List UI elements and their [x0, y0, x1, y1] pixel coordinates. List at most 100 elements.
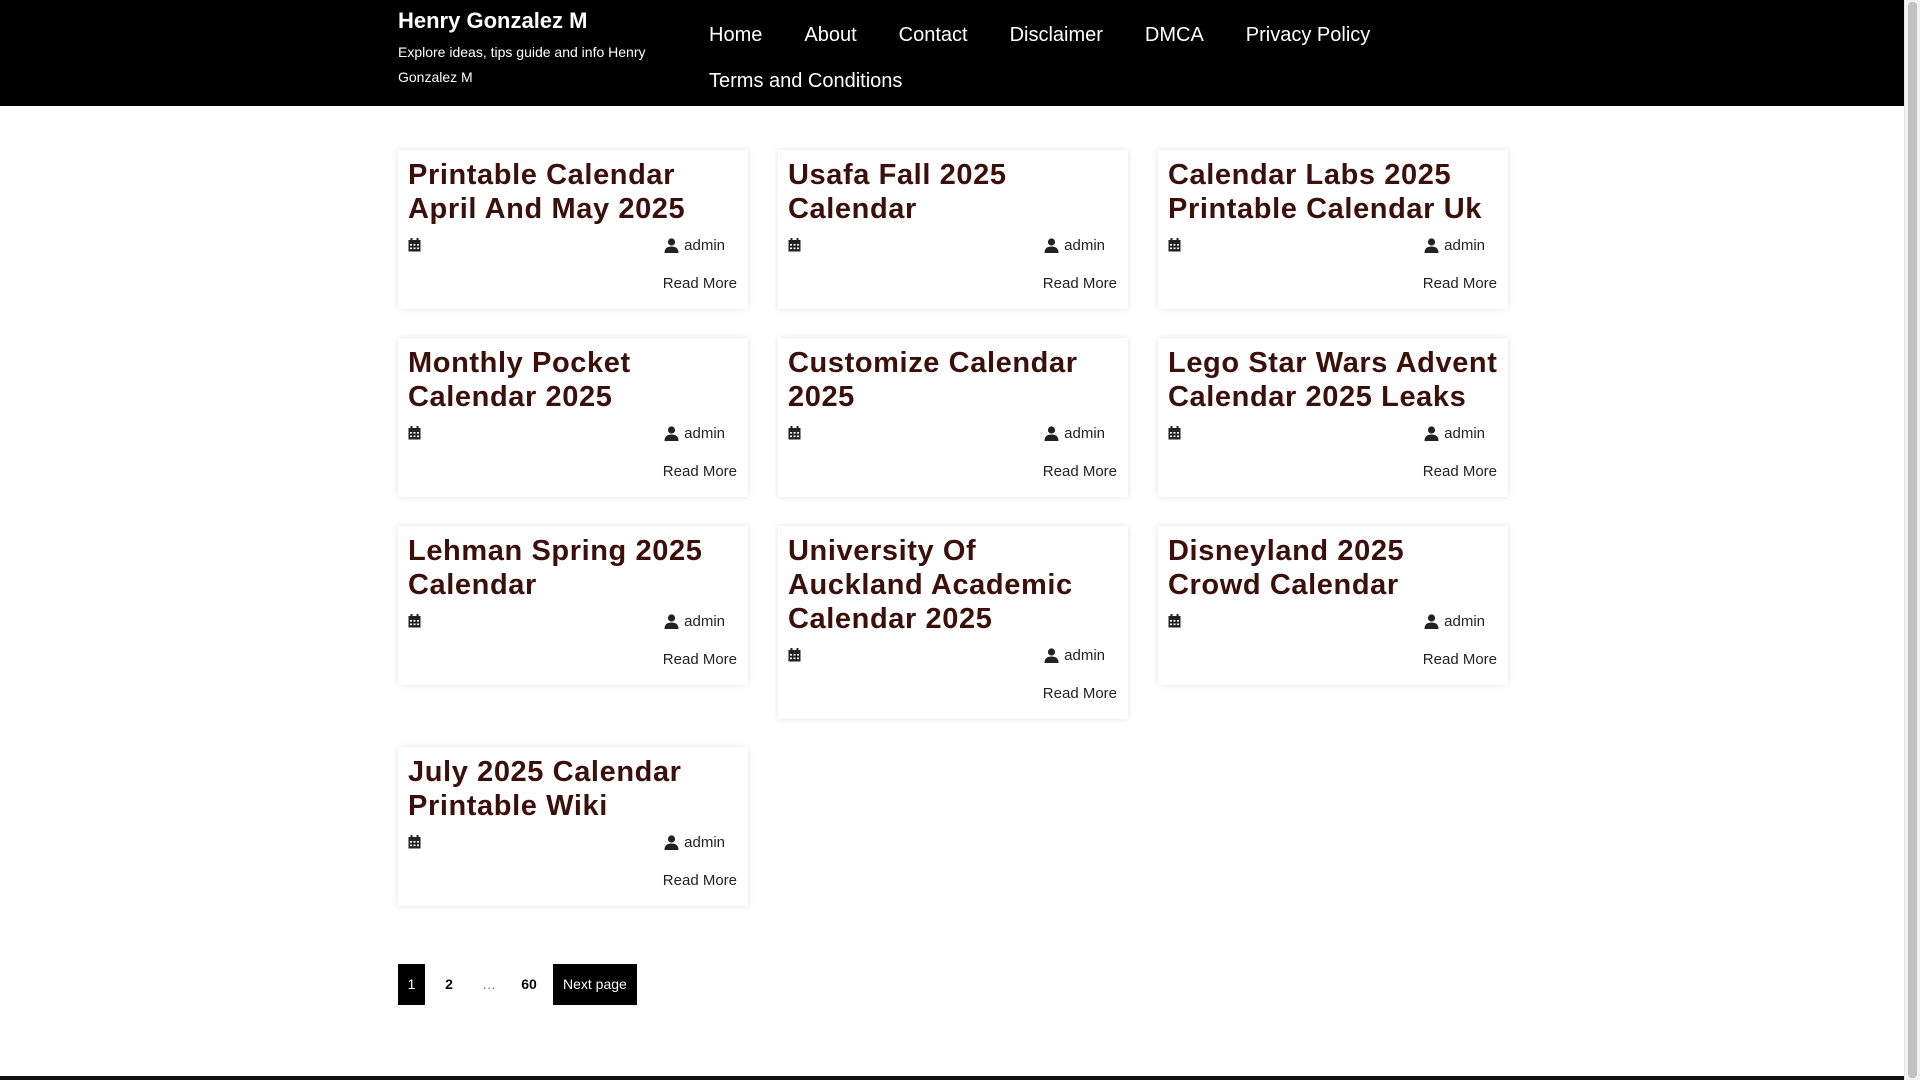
calendar-icon — [408, 238, 421, 252]
post-author[interactable]: admin — [1424, 613, 1485, 630]
read-more-link[interactable]: Read More — [398, 273, 748, 295]
calendar-icon — [1168, 614, 1181, 628]
post-author[interactable]: admin — [1424, 237, 1485, 254]
post-title[interactable]: Printable Calendar April And May 2025 — [398, 150, 748, 226]
post-title[interactable]: Calendar Labs 2025 Printable Calendar Uk — [1158, 150, 1508, 226]
page-60-link[interactable]: 60 — [505, 964, 553, 1005]
post-author[interactable]: admin — [664, 237, 725, 254]
post-meta: admin — [1158, 422, 1508, 444]
user-icon — [1044, 647, 1059, 663]
read-more-link[interactable]: Read More — [398, 461, 748, 483]
author-name: admin — [1444, 424, 1485, 442]
post-title[interactable]: Lehman Spring 2025 Calendar — [398, 526, 748, 602]
nav-privacy-policy[interactable]: Privacy Policy — [1225, 12, 1391, 58]
post-meta: admin — [1158, 610, 1508, 632]
site-title[interactable]: Henry Gonzalez M — [398, 8, 668, 34]
post-title[interactable]: Monthly Pocket Calendar 2025 — [398, 338, 748, 414]
post-card: University Of Auckland Academic Calendar… — [778, 526, 1128, 719]
post-author[interactable]: admin — [664, 834, 725, 851]
calendar-icon — [408, 835, 421, 849]
site-tagline: Explore ideas, tips guide and info Henry… — [398, 44, 646, 85]
post-meta: admin — [778, 422, 1128, 444]
post-meta: admin — [778, 234, 1128, 256]
read-more-link[interactable]: Read More — [1158, 461, 1508, 483]
post-title[interactable]: July 2025 Calendar Printable Wiki — [398, 747, 748, 823]
brand: Henry Gonzalez M Explore ideas, tips gui… — [398, 8, 668, 90]
post-title[interactable]: Customize Calendar 2025 — [778, 338, 1128, 414]
read-more-link[interactable]: Read More — [778, 683, 1128, 705]
post-author[interactable]: admin — [664, 613, 725, 630]
user-icon — [664, 237, 679, 253]
post-meta: admin — [1158, 234, 1508, 256]
read-more-link[interactable]: Read More — [1158, 273, 1508, 295]
vertical-scrollbar[interactable] — [1904, 0, 1920, 1080]
author-name: admin — [1444, 612, 1485, 630]
author-name: admin — [684, 424, 725, 442]
page-ellipsis: … — [482, 976, 496, 992]
author-name: admin — [684, 833, 725, 851]
nav-terms-and-conditions[interactable]: Terms and Conditions — [688, 58, 923, 104]
post-card: Printable Calendar April And May 2025 adm… — [398, 150, 748, 309]
post-card: Calendar Labs 2025 Printable Calendar Uk… — [1158, 150, 1508, 309]
post-card: Lehman Spring 2025 Calendar admin Read Mor… — [398, 526, 748, 685]
author-name: admin — [1444, 236, 1485, 254]
scrollbar-thumb[interactable] — [1908, 2, 1917, 1078]
author-name: admin — [684, 236, 725, 254]
post-title[interactable]: Usafa Fall 2025 Calendar — [778, 150, 1128, 226]
post-title[interactable]: Lego Star Wars Advent Calendar 2025 Leak… — [1158, 338, 1508, 414]
read-more-link[interactable]: Read More — [398, 649, 748, 671]
calendar-icon — [408, 426, 421, 440]
user-icon — [1044, 425, 1059, 441]
post-card: Customize Calendar 2025 admin Read More — [778, 338, 1128, 497]
read-more-link[interactable]: Read More — [398, 870, 748, 892]
page-current: 1 — [398, 964, 425, 1005]
user-icon — [1424, 425, 1439, 441]
page-2-link[interactable]: 2 — [425, 964, 473, 1005]
post-author[interactable]: admin — [1044, 425, 1105, 442]
nav-contact[interactable]: Contact — [878, 12, 989, 58]
calendar-icon — [788, 648, 801, 662]
main-nav: Home About Contact Disclaimer DMCA Priva… — [688, 12, 1408, 104]
site-header: Henry Gonzalez M Explore ideas, tips gui… — [0, 0, 1905, 106]
author-name: admin — [684, 612, 725, 630]
nav-dmca[interactable]: DMCA — [1124, 12, 1225, 58]
read-more-link[interactable]: Read More — [778, 461, 1128, 483]
author-name: admin — [1064, 646, 1105, 664]
post-title[interactable]: Disneyland 2025 Crowd Calendar — [1158, 526, 1508, 602]
user-icon — [664, 834, 679, 850]
post-author[interactable]: admin — [1044, 647, 1105, 664]
post-author[interactable]: admin — [1424, 425, 1485, 442]
post-meta: admin — [778, 644, 1128, 666]
post-card: Lego Star Wars Advent Calendar 2025 Leak… — [1158, 338, 1508, 497]
post-author[interactable]: admin — [1044, 237, 1105, 254]
user-icon — [664, 613, 679, 629]
post-card: July 2025 Calendar Printable Wiki admin Re… — [398, 747, 748, 906]
post-card: Usafa Fall 2025 Calendar admin Read More — [778, 150, 1128, 309]
author-name: admin — [1064, 424, 1105, 442]
read-more-link[interactable]: Read More — [778, 273, 1128, 295]
calendar-icon — [408, 614, 421, 628]
nav-home[interactable]: Home — [688, 12, 783, 58]
next-page-button[interactable]: Next page — [553, 964, 637, 1005]
footer-divider — [0, 1076, 1905, 1080]
calendar-icon — [788, 426, 801, 440]
calendar-icon — [1168, 238, 1181, 252]
pagination: 1 2 … 60 Next page — [398, 964, 637, 1005]
user-icon — [1424, 613, 1439, 629]
post-card: Monthly Pocket Calendar 2025 admin Read Mo… — [398, 338, 748, 497]
user-icon — [664, 425, 679, 441]
nav-about[interactable]: About — [783, 12, 877, 58]
post-title[interactable]: University Of Auckland Academic Calendar… — [778, 526, 1128, 636]
post-meta: admin — [398, 831, 748, 853]
author-name: admin — [1064, 236, 1105, 254]
calendar-icon — [1168, 426, 1181, 440]
post-author[interactable]: admin — [664, 425, 725, 442]
read-more-link[interactable]: Read More — [1158, 649, 1508, 671]
nav-disclaimer[interactable]: Disclaimer — [989, 12, 1124, 58]
user-icon — [1424, 237, 1439, 253]
user-icon — [1044, 237, 1059, 253]
post-card: Disneyland 2025 Crowd Calendar admin Read … — [1158, 526, 1508, 685]
post-meta: admin — [398, 422, 748, 444]
calendar-icon — [788, 238, 801, 252]
post-meta: admin — [398, 234, 748, 256]
